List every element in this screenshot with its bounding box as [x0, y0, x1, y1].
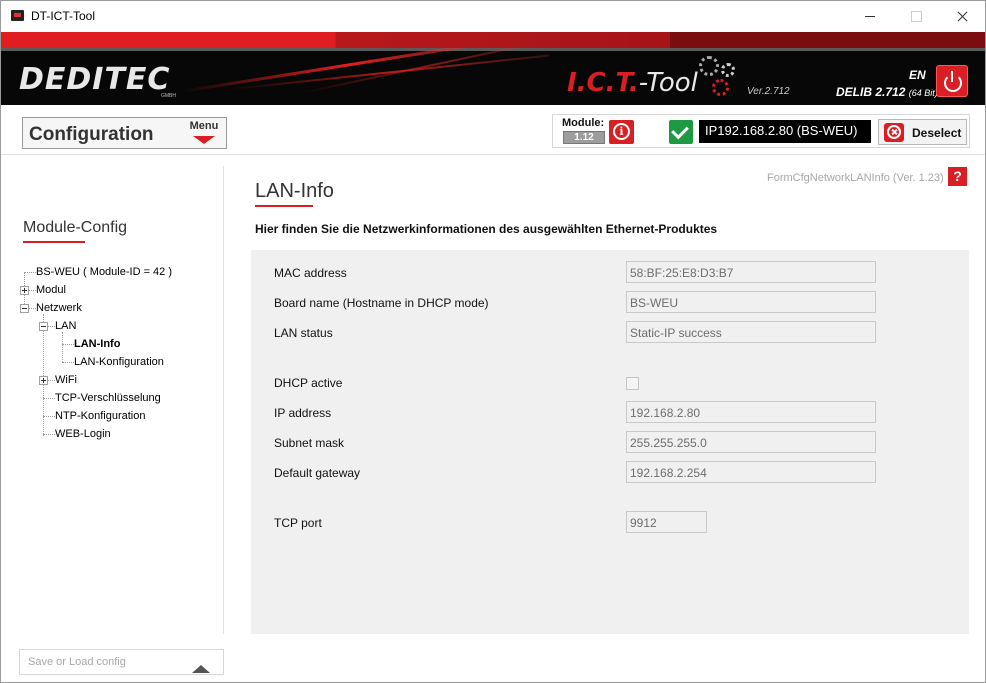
- mac-address-label: MAC address: [274, 266, 347, 280]
- menu-button[interactable]: Menu: [186, 120, 222, 146]
- power-icon[interactable]: [936, 65, 968, 97]
- app-icon: [11, 10, 24, 21]
- tree-item-lan-konfiguration[interactable]: LAN-Konfiguration: [74, 356, 164, 368]
- close-circle-icon: [884, 123, 904, 142]
- delib-version-text: DELIB 2.712: [836, 85, 906, 99]
- lan-status-label: LAN status: [274, 326, 333, 340]
- module-panel: Module: 1.12 i IP192.168.2.80 (BS-WEU) D…: [552, 114, 970, 148]
- tree-item-web-login[interactable]: WEB-Login: [55, 428, 111, 440]
- configuration-header: Configuration Menu: [22, 117, 227, 149]
- ict-logo-red: I.C.T.: [567, 68, 639, 98]
- subnet-mask-field[interactable]: 255.255.255.0: [626, 431, 876, 453]
- tree-item-lan-info[interactable]: LAN-Info: [74, 338, 120, 350]
- title-bar: DT-ICT-Tool: [1, 1, 985, 32]
- ict-tool-logo: I.C.T.-Tool: [567, 68, 698, 98]
- expand-icon[interactable]: [39, 376, 48, 385]
- minimize-button[interactable]: [847, 1, 893, 32]
- banner-streak: [300, 48, 556, 94]
- maximize-button[interactable]: [893, 1, 939, 32]
- deselect-button[interactable]: Deselect: [878, 119, 967, 145]
- banner-streak: [180, 48, 518, 93]
- chevron-down-icon: [193, 136, 215, 144]
- window-title: DT-ICT-Tool: [31, 9, 96, 23]
- tree-item-tcp-verschluesselung[interactable]: TCP-Verschlüsselung: [55, 392, 161, 404]
- dhcp-active-label: DHCP active: [274, 376, 343, 390]
- mac-address-field[interactable]: 58:BF:25:E8:D3:B7: [626, 261, 876, 283]
- deselect-label: Deselect: [912, 126, 962, 140]
- page-title: LAN-Info: [255, 180, 334, 202]
- default-gateway-field[interactable]: 192.168.2.254: [626, 461, 876, 483]
- menu-label: Menu: [189, 120, 219, 132]
- ip-address-field[interactable]: 192.168.2.80: [626, 401, 876, 423]
- gear-icon: [699, 56, 719, 76]
- app-version: Ver.2.712: [747, 86, 790, 97]
- save-load-config[interactable]: Save or Load config: [19, 649, 224, 675]
- form-identifier: FormCfgNetworkLANInfo (Ver. 1.23): [767, 172, 944, 184]
- ict-logo-white: -Tool: [638, 68, 698, 98]
- dhcp-active-checkbox[interactable]: [626, 377, 639, 390]
- check-icon[interactable]: [669, 120, 693, 144]
- info-icon: i: [613, 123, 630, 140]
- tcp-port-label: TCP port: [274, 516, 322, 530]
- header-stripe: [1, 32, 985, 48]
- deditec-logo: DEDITEC: [19, 62, 171, 97]
- language-selector[interactable]: EN: [909, 68, 926, 82]
- lan-status-field[interactable]: Static-IP success: [626, 321, 876, 343]
- tree-item-lan[interactable]: LAN: [55, 320, 76, 332]
- board-name-field[interactable]: BS-WEU: [626, 291, 876, 313]
- header-banner: DEDITEC GMBH I.C.T.-Tool Ver.2.712 EN DE…: [1, 48, 985, 105]
- module-version-badge: 1.12: [563, 131, 605, 144]
- board-name-label: Board name (Hostname in DHCP mode): [274, 296, 489, 310]
- toolbar: Configuration Menu Module: 1.12 i IP192.…: [1, 105, 985, 155]
- gear-icon: [721, 63, 735, 77]
- tcp-port-field[interactable]: 9912: [626, 511, 707, 533]
- info-button[interactable]: i: [609, 120, 634, 144]
- connected-module-display: IP192.168.2.80 (BS-WEU): [699, 120, 871, 143]
- configuration-title: Configuration: [29, 124, 154, 145]
- expand-icon[interactable]: [20, 286, 29, 295]
- collapse-icon[interactable]: [20, 304, 29, 313]
- default-gateway-label: Default gateway: [274, 466, 361, 480]
- delib-bits: (64 Bit): [908, 88, 938, 98]
- page-title-underline: [255, 205, 313, 207]
- module-label: Module:: [562, 117, 605, 129]
- chevron-up-icon[interactable]: [192, 665, 210, 673]
- module-config-tree: BS-WEU ( Module-ID = 42 ) Modul Netzwerk…: [19, 264, 219, 454]
- collapse-icon[interactable]: [39, 322, 48, 331]
- close-button[interactable]: [939, 1, 985, 32]
- save-load-placeholder: Save or Load config: [28, 656, 126, 668]
- lan-info-panel: MAC address 58:BF:25:E8:D3:B7 Board name…: [251, 250, 969, 634]
- deditec-logo-sub: GMBH: [161, 93, 176, 99]
- sidebar-title: Module-Config: [23, 219, 128, 236]
- tree-item-module-root[interactable]: BS-WEU ( Module-ID = 42 ): [36, 266, 172, 278]
- ip-address-label: IP address: [274, 406, 332, 420]
- gear-icon: [712, 79, 729, 96]
- tree-item-ntp-konfiguration[interactable]: NTP-Konfiguration: [55, 410, 146, 422]
- sidebar-title-underline: [23, 241, 85, 243]
- app-window: DT-ICT-Tool DEDITEC GMBH I.C.T.-Tool Ver…: [0, 0, 986, 683]
- help-icon[interactable]: ?: [948, 167, 967, 186]
- page-subtitle: Hier finden Sie die Netzwerkinformatione…: [255, 222, 718, 236]
- tree-item-modul[interactable]: Modul: [36, 284, 66, 296]
- tree-item-netzwerk[interactable]: Netzwerk: [36, 302, 82, 314]
- tree-item-wifi[interactable]: WiFi: [55, 374, 77, 386]
- delib-version: DELIB 2.712 (64 Bit): [836, 85, 938, 99]
- subnet-mask-label: Subnet mask: [274, 436, 345, 450]
- sidebar-divider: [223, 166, 224, 634]
